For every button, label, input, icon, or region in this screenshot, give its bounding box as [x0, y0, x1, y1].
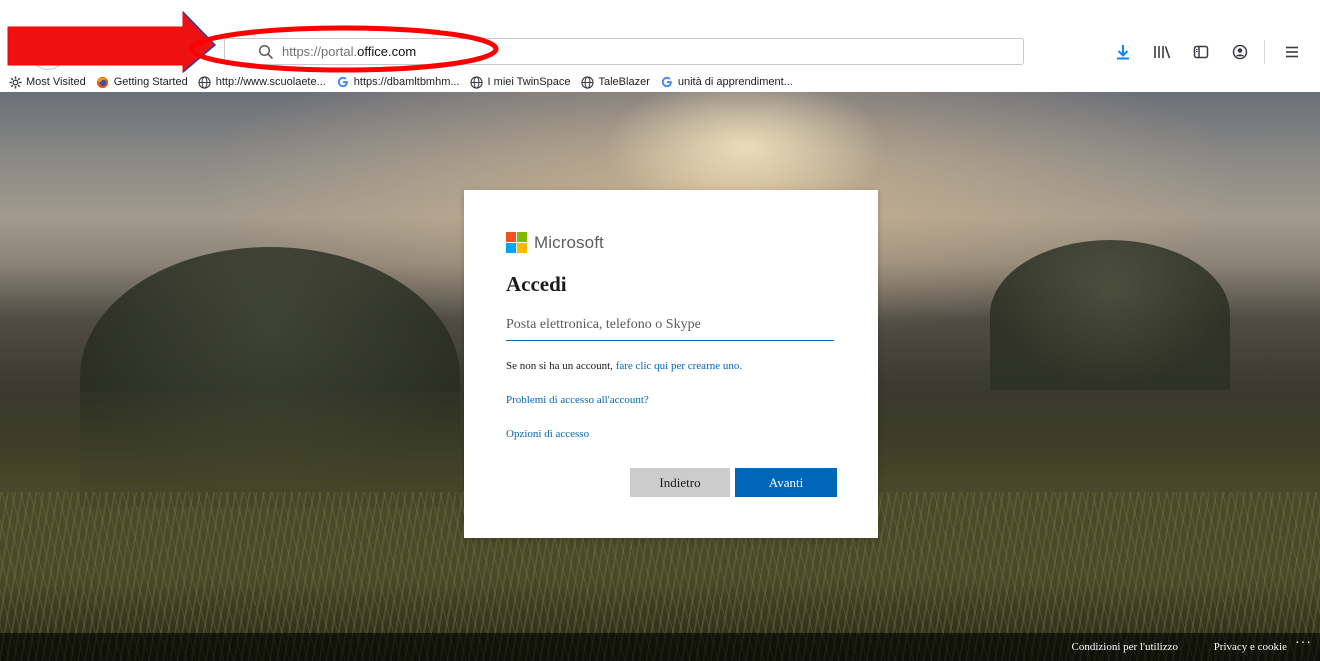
bookmark-most-visited[interactable]: Most Visited: [8, 75, 86, 89]
page-title: Accedi: [506, 272, 567, 296]
url-domain: office.com: [357, 44, 417, 59]
gear-icon: [8, 75, 22, 89]
bookmark-label: http://www.scuolaete...: [215, 76, 326, 88]
back-button[interactable]: Indietro: [630, 468, 730, 497]
terms-link[interactable]: Condizioni per l'utilizzo: [1072, 641, 1178, 653]
google-icon: [336, 75, 350, 89]
globe-icon: [470, 75, 484, 89]
background-hill-right: [990, 240, 1230, 390]
library-icon[interactable]: [1150, 40, 1174, 64]
bookmark-label: TaleBlazer: [598, 76, 650, 88]
sidebar-icon[interactable]: [1189, 40, 1213, 64]
bookmarks-toolbar: Most Visited Getting Started http://www.…: [0, 72, 1320, 92]
search-icon: [258, 44, 274, 60]
account-icon[interactable]: [1228, 40, 1252, 64]
google-icon: [660, 75, 674, 89]
bookmark-label: Most Visited: [26, 76, 86, 88]
bookmark-dbamltbmhm[interactable]: https://dbamltbmhm...: [336, 75, 460, 89]
globe-icon: [198, 75, 212, 89]
no-account-prefix: Se non si ha un account,: [506, 360, 616, 372]
toolbar-icons: [1096, 40, 1304, 64]
bookmark-twinspace[interactable]: I miei TwinSpace: [470, 75, 571, 89]
back-button[interactable]: [30, 34, 66, 70]
firefox-icon: [96, 75, 110, 89]
bookmark-getting-started[interactable]: Getting Started: [96, 75, 188, 89]
address-bar[interactable]: https://portal.office.com: [224, 38, 1024, 65]
url-text[interactable]: https://portal.office.com: [282, 44, 416, 60]
microsoft-wordmark: Microsoft: [534, 232, 604, 252]
account-problem-link[interactable]: Problemi di accesso all'account?: [506, 394, 649, 406]
email-field[interactable]: [506, 311, 834, 341]
page-footer: Condizioni per l'utilizzo Privacy e cook…: [0, 633, 1320, 661]
bookmark-label: Getting Started: [113, 76, 188, 88]
bookmark-label: unità di apprendiment...: [677, 76, 793, 88]
signin-page-background: Microsoft Accedi Se non si ha un account…: [0, 92, 1320, 661]
signin-options-link[interactable]: Opzioni di accesso: [506, 428, 589, 440]
bookmark-unita-apprendimento[interactable]: unità di apprendiment...: [660, 75, 793, 89]
next-button[interactable]: Avanti: [735, 468, 837, 497]
signin-card: Microsoft Accedi Se non si ha un account…: [464, 190, 878, 538]
globe-icon: [581, 75, 595, 89]
bookmark-label: I miei TwinSpace: [487, 76, 571, 88]
menu-icon[interactable]: [1280, 40, 1304, 64]
url-scheme: https://portal.: [282, 44, 358, 59]
no-account-text: Se non si ha un account, fare clic qui p…: [506, 360, 742, 372]
more-options-icon[interactable]: ···: [1295, 636, 1312, 652]
bookmark-taleblazer[interactable]: TaleBlazer: [581, 75, 650, 89]
download-icon[interactable]: [1111, 40, 1135, 64]
bookmark-scuolaete[interactable]: http://www.scuolaete...: [198, 75, 326, 89]
microsoft-logo-icon: [506, 232, 527, 253]
bookmark-label: https://dbamltbmhm...: [353, 76, 460, 88]
browser-toolbar: https://portal.office.com Most Visited G…: [0, 0, 1320, 92]
privacy-link[interactable]: Privacy e cookie: [1214, 641, 1287, 653]
toolbar-separator: [1264, 40, 1265, 64]
reload-icon[interactable]: [130, 48, 140, 58]
create-account-link[interactable]: fare clic qui per crearne uno.: [616, 360, 742, 372]
microsoft-logo: Microsoft: [506, 232, 604, 253]
